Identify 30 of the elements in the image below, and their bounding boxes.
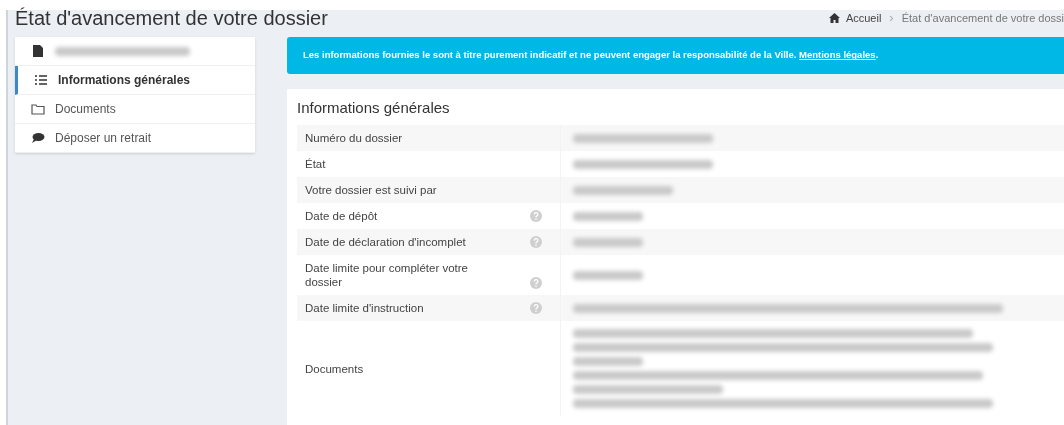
breadcrumb-link[interactable]: Accueil — [828, 9, 882, 27]
field-label: Date limite pour compléter votre dossier — [305, 261, 469, 289]
field-label: Date limite d'instruction — [305, 301, 425, 315]
panel-title: Informations générales — [297, 98, 451, 118]
help-icon[interactable] — [530, 210, 542, 222]
sidebar-item[interactable]: Déposer un retrait — [15, 124, 255, 153]
field-label: Numéro du dossier — [305, 131, 404, 145]
field-label: Date de dépôt — [305, 209, 379, 223]
blurred-text — [573, 211, 643, 221]
help-icon[interactable] — [530, 236, 542, 248]
sidebar-item[interactable]: Informations générales — [15, 66, 255, 95]
blurred-text — [573, 270, 643, 280]
sidebar-item[interactable]: Documents — [15, 95, 255, 124]
field-label: Documents — [305, 361, 365, 376]
folder-icon — [31, 102, 45, 116]
speech-bubble-icon — [31, 131, 45, 145]
page-title: État d'avancement de votre dossier — [15, 8, 328, 28]
breadcrumb-current: État d'avancement de votre dossi — [901, 10, 1064, 26]
breadcrumb-separator: › — [889, 9, 894, 28]
help-icon[interactable] — [530, 302, 542, 314]
help-icon[interactable] — [530, 277, 542, 289]
field-label: État — [305, 157, 327, 171]
file-icon — [31, 44, 45, 58]
alert-text: Les informations fournies le sont à titre purement indicatif et ne peuvent engager la responsabilité de la Ville. Mentions légales. — [303, 48, 879, 63]
list-icon — [34, 73, 48, 87]
home-icon — [828, 13, 840, 23]
field-label: Votre dossier est suivi par — [305, 183, 438, 197]
blurred-text — [573, 357, 643, 366]
blurred-text — [573, 237, 643, 247]
field-label: Date de déclaration d'incomplet — [305, 235, 467, 249]
